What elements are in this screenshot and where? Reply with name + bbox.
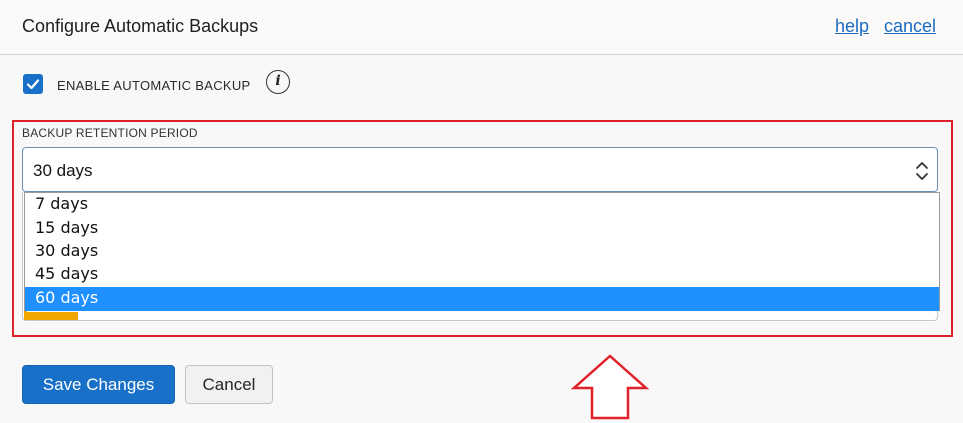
- up-arrow-icon: [570, 354, 650, 420]
- option-7-days[interactable]: 7 days: [25, 193, 939, 217]
- option-30-days[interactable]: 30 days: [25, 240, 939, 264]
- chevron-up-down-icon: [916, 162, 928, 180]
- cancel-link[interactable]: cancel: [884, 16, 936, 37]
- checkmark-icon: [26, 79, 40, 90]
- dialog-title: Configure Automatic Backups: [22, 16, 259, 36]
- option-60-days[interactable]: 60 days: [25, 287, 939, 311]
- retention-period-label: BACKUP RETENTION PERIOD: [22, 126, 198, 140]
- option-45-days[interactable]: 45 days: [25, 263, 939, 287]
- cancel-button[interactable]: Cancel: [185, 365, 273, 404]
- retention-dropdown-list: 7 days 15 days 30 days 45 days 60 days: [24, 192, 940, 311]
- warning-bar: [24, 312, 78, 320]
- help-link[interactable]: help: [835, 16, 869, 37]
- option-15-days[interactable]: 15 days: [25, 217, 939, 241]
- info-icon[interactable]: i: [266, 70, 290, 94]
- select-value: 30 days: [33, 161, 93, 180]
- enable-backup-label: ENABLE AUTOMATIC BACKUP: [57, 78, 251, 93]
- dialog-header: Configure Automatic Backups help cancel: [0, 0, 963, 55]
- save-changes-button[interactable]: Save Changes: [22, 365, 175, 404]
- enable-backup-checkbox[interactable]: [23, 74, 43, 94]
- retention-period-select[interactable]: 30 days: [22, 147, 938, 192]
